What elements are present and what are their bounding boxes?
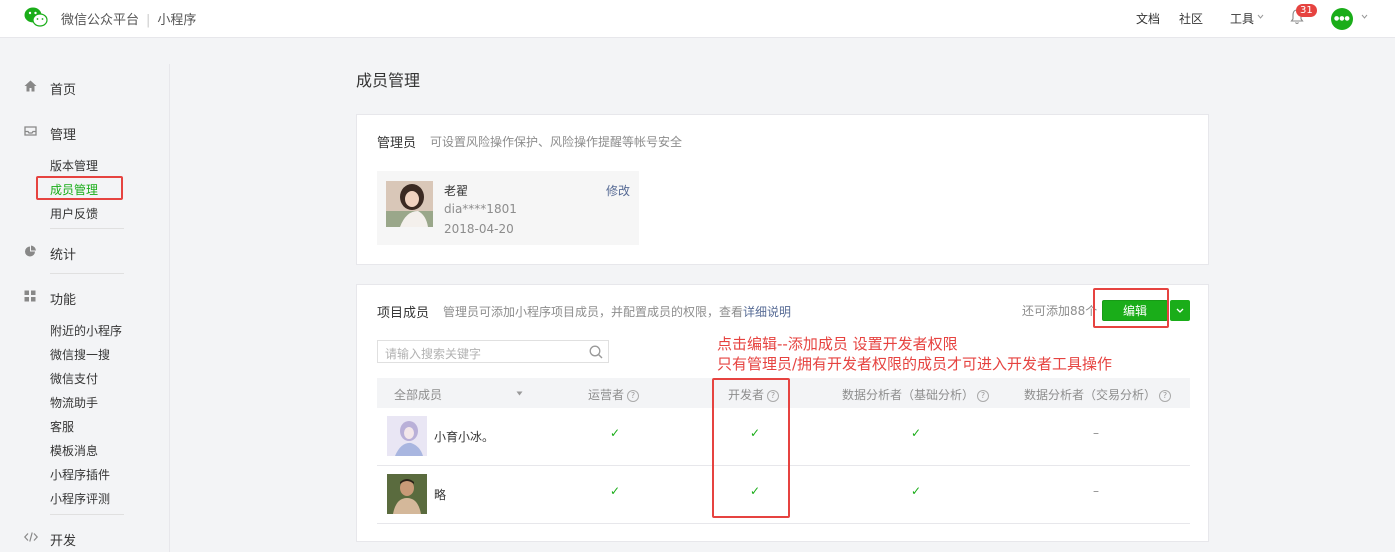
column-all-members[interactable]: 全部成员: [394, 386, 442, 403]
column-operator-label: 运营者: [588, 388, 625, 402]
sidebar-item-plugins[interactable]: 小程序插件: [50, 466, 110, 483]
admin-profile: 老翟 dia****1801 2018-04-20 修改: [377, 171, 639, 245]
permission-data-basic: ✓: [911, 484, 922, 498]
sidebar-divider: [169, 64, 170, 552]
wechat-logo-icon: [24, 7, 48, 27]
sidebar-item-pay[interactable]: 微信支付: [50, 370, 98, 387]
annotation-text-line-1: 点击编辑--添加成员 设置开发者权限: [717, 335, 958, 353]
nav-tools-menu[interactable]: 工具: [1230, 10, 1254, 27]
help-icon[interactable]: ?: [977, 390, 990, 402]
permission-data-trade: –: [1093, 484, 1099, 498]
search-placeholder: 请输入搜索关键字: [385, 347, 482, 361]
admin-id: dia****1801: [444, 202, 517, 216]
edit-options-dropdown[interactable]: [1170, 300, 1190, 321]
admin-date: 2018-04-20: [444, 222, 514, 236]
tools-chevron-down-icon: [1257, 14, 1264, 19]
code-icon: [24, 532, 38, 542]
sidebar-item-version-management[interactable]: 版本管理: [50, 157, 98, 174]
nav-tools-label: 工具: [1230, 12, 1255, 26]
permission-operator: ✓: [610, 426, 621, 440]
sidebar-separator: [50, 514, 124, 515]
column-operator: 运营者?: [588, 386, 640, 403]
sidebar-group-features-label: 功能: [50, 293, 77, 308]
product-name: 小程序: [157, 13, 197, 28]
sidebar-separator: [50, 228, 124, 229]
sidebar-item-template-message[interactable]: 模板消息: [50, 442, 98, 459]
column-data-analyst-trade-label: 数据分析者（交易分析）: [1024, 388, 1157, 402]
nav-community-link[interactable]: 社区: [1179, 10, 1203, 27]
help-icon[interactable]: ?: [1159, 390, 1172, 402]
member-quota: 还可添加88个: [1022, 304, 1098, 318]
admin-card: 管理员 可设置风险操作保护、风险操作提醒等帐号安全 老翟 dia****1801…: [356, 114, 1209, 265]
member-avatar: [387, 474, 427, 514]
account-avatar[interactable]: ●●●: [1331, 8, 1353, 30]
permission-data-basic: ✓: [911, 426, 922, 440]
members-card-desc: 管理员可添加小程序项目成员，并配置成员的权限，查看: [443, 305, 744, 319]
pie-chart-icon: [25, 245, 36, 257]
inbox-icon: [24, 126, 37, 136]
top-bar: 微信公众平台 | 小程序 文档 社区 工具 31 ●●●: [0, 0, 1395, 38]
sidebar-group-manage-label: 管理: [50, 128, 77, 143]
caret-down-icon[interactable]: [516, 391, 523, 396]
sidebar-item-user-feedback[interactable]: 用户反馈: [50, 205, 98, 222]
permission-operator: ✓: [610, 484, 621, 498]
permission-data-trade: –: [1093, 426, 1099, 440]
grid-icon: [24, 290, 36, 302]
account-avatar-text: ●●●: [1334, 15, 1350, 22]
annotation-highlight-edit-button: [1093, 288, 1169, 328]
members-card-title: 项目成员: [377, 306, 430, 321]
search-icon[interactable]: [589, 345, 603, 359]
members-card-desc-wrap: 管理员可添加小程序项目成员，并配置成员的权限，查看详细说明: [443, 303, 791, 320]
brand-separator: |: [146, 13, 151, 28]
member-name: 略: [434, 488, 447, 502]
admin-edit-link[interactable]: 修改: [606, 182, 630, 199]
annotation-highlight-developer-column: [712, 378, 790, 518]
admin-card-desc: 可设置风险操作保护、风险操作提醒等帐号安全: [430, 135, 683, 149]
sidebar-item-stats-label: 统计: [50, 248, 77, 263]
sidebar-item-home-label: 首页: [50, 83, 77, 98]
page-title: 成员管理: [356, 71, 421, 90]
account-chevron-down-icon[interactable]: [1361, 13, 1368, 20]
brand-title[interactable]: 微信公众平台 | 小程序: [61, 9, 196, 28]
help-icon[interactable]: ?: [627, 390, 640, 402]
sidebar-item-customer-service[interactable]: 客服: [50, 418, 74, 435]
brand-name: 微信公众平台: [61, 13, 140, 28]
column-all-members-label: 全部成员: [394, 388, 443, 402]
notification-badge: 31: [1296, 4, 1317, 17]
annotation-highlight-sidebar: [36, 176, 123, 200]
column-data-analyst-basic: 数据分析者（基础分析）?: [842, 386, 990, 403]
annotation-text-line-2: 只有管理员/拥有开发者权限的成员才可进入开发者工具操作: [717, 355, 1113, 373]
admin-card-title: 管理员: [377, 136, 417, 151]
column-data-analyst-trade: 数据分析者（交易分析）?: [1024, 386, 1172, 403]
sidebar-item-search[interactable]: 微信搜一搜: [50, 346, 110, 363]
details-link[interactable]: 详细说明: [743, 305, 791, 319]
admin-avatar: [386, 181, 433, 227]
member-name: 小育小冰。: [434, 430, 495, 444]
chevron-down-icon: [1176, 308, 1184, 313]
sidebar-item-develop-label: 开发: [50, 534, 77, 549]
admin-name: 老翟: [444, 184, 469, 198]
sidebar-item-nearby[interactable]: 附近的小程序: [50, 322, 122, 339]
member-search-input[interactable]: 请输入搜索关键字: [377, 340, 609, 363]
sidebar-item-logistics[interactable]: 物流助手: [50, 394, 98, 411]
member-avatar: [387, 416, 427, 456]
home-icon: [24, 80, 37, 92]
column-data-analyst-basic-label: 数据分析者（基础分析）: [842, 388, 975, 402]
sidebar-separator: [50, 273, 124, 274]
sidebar-item-review[interactable]: 小程序评测: [50, 490, 110, 507]
nav-docs-link[interactable]: 文档: [1136, 10, 1160, 27]
